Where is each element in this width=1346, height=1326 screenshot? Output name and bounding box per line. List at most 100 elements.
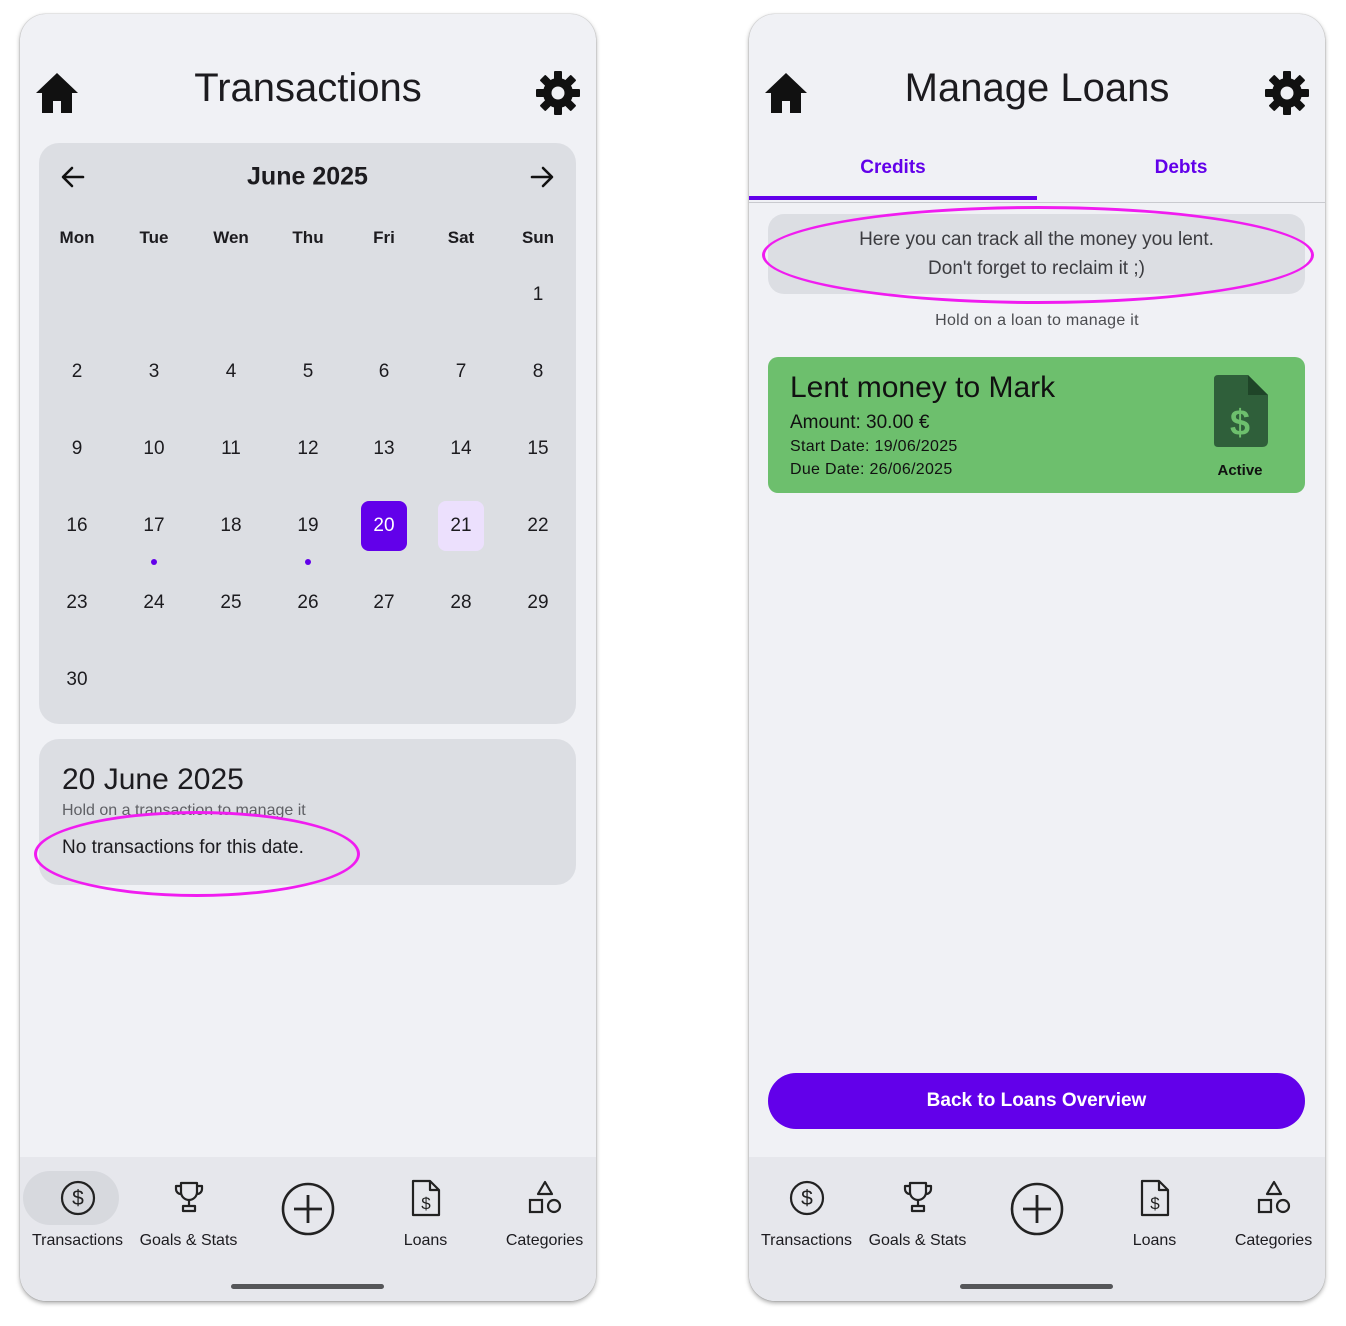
calendar-day[interactable]: 14 <box>438 424 484 474</box>
calendar-day[interactable]: 11 <box>208 424 254 474</box>
calendar-day[interactable]: 8 <box>515 347 561 397</box>
nav-label: Goals & Stats <box>139 1232 238 1249</box>
file-dollar-icon: $ <box>1214 375 1268 447</box>
transactions-screen: Transactions June 2025 Mon Tue Wen Thu Fri Sa… <box>20 14 596 1301</box>
nav-add[interactable] <box>979 1157 1094 1267</box>
calendar-day[interactable]: 30 <box>54 655 100 705</box>
trophy-icon <box>174 1181 203 1213</box>
annotation-ellipse <box>34 811 360 897</box>
svg-text:$: $ <box>421 1194 431 1213</box>
svg-text:$: $ <box>72 1187 84 1210</box>
calendar-day[interactable]: 6 <box>361 347 407 397</box>
nav-label: Categories <box>1234 1232 1313 1249</box>
annotation-ellipse <box>762 206 1314 304</box>
nav-label: Loans <box>403 1232 448 1249</box>
calendar-day[interactable]: 18 <box>208 501 254 551</box>
calendar-day[interactable]: 2 <box>54 347 100 397</box>
manage-hint: Hold on a loan to manage it <box>935 312 1139 329</box>
loan-start-date: Start Date: 19/06/2025 <box>790 438 958 455</box>
calendar-day[interactable]: 28 <box>438 578 484 628</box>
manage-loans-screen: Manage Loans Credits Debts Here you can … <box>749 14 1325 1301</box>
weekday-label: Thu <box>292 228 324 247</box>
gesture-handle <box>960 1284 1113 1289</box>
page-title: Transactions <box>194 66 422 110</box>
bottom-nav: $ Transactions Goals & Stats $ Loans Cat… <box>20 1157 596 1301</box>
svg-text:$: $ <box>801 1187 813 1210</box>
calendar-day[interactable]: 1 <box>515 270 561 320</box>
nav-goals-stats[interactable]: Goals & Stats <box>860 1157 975 1267</box>
weekday-label: Wen <box>213 228 249 247</box>
nav-categories[interactable]: Categories <box>1216 1157 1325 1267</box>
calendar-day[interactable]: 17 <box>131 501 177 551</box>
nav-loans[interactable]: $ Loans <box>368 1157 483 1267</box>
loan-due-date: Due Date: 26/06/2025 <box>790 461 953 478</box>
nav-transactions[interactable]: $ Transactions <box>20 1157 135 1267</box>
calendar-header: June 2025 <box>39 143 576 207</box>
selected-date-title: 20 June 2025 <box>62 763 244 796</box>
gear-icon[interactable] <box>534 69 582 117</box>
page-title: Manage Loans <box>904 66 1170 110</box>
calendar-day[interactable]: 20 <box>361 501 407 551</box>
gear-icon[interactable] <box>1263 69 1311 117</box>
nav-categories[interactable]: Categories <box>487 1157 596 1267</box>
app-bar: Transactions <box>20 38 596 136</box>
calendar-day[interactable]: 7 <box>438 347 484 397</box>
calendar-day[interactable]: 29 <box>515 578 561 628</box>
file-dollar-icon: $ <box>1140 1179 1169 1217</box>
calendar-day[interactable]: 25 <box>208 578 254 628</box>
calendar-day[interactable]: 23 <box>54 578 100 628</box>
shapes-icon <box>1257 1180 1290 1214</box>
calendar-day[interactable]: 21 <box>438 501 484 551</box>
status-bar <box>749 14 1325 38</box>
weekday-label: Tue <box>139 228 169 247</box>
status-bar <box>20 14 596 38</box>
dollar-circle-icon: $ <box>60 1180 95 1216</box>
bottom-nav: $ Transactions Goals & Stats $ Loans Cat… <box>749 1157 1325 1301</box>
nav-label: Categories <box>505 1232 584 1249</box>
svg-text:$: $ <box>1150 1194 1160 1213</box>
dollar-circle-icon: $ <box>789 1180 824 1216</box>
nav-add[interactable] <box>250 1157 365 1267</box>
calendar-day[interactable]: 5 <box>285 347 331 397</box>
shapes-icon <box>528 1180 561 1214</box>
calendar-day[interactable]: 16 <box>54 501 100 551</box>
back-to-loans-overview-button[interactable]: Back to Loans Overview <box>768 1073 1305 1129</box>
calendar-day[interactable]: 9 <box>54 424 100 474</box>
calendar-day[interactable]: 22 <box>515 501 561 551</box>
calendar-day[interactable]: 27 <box>361 578 407 628</box>
svg-text:$: $ <box>1230 402 1250 443</box>
calendar-day[interactable]: 26 <box>285 578 331 628</box>
add-circle-icon <box>1010 1182 1063 1236</box>
calendar-day[interactable]: 3 <box>131 347 177 397</box>
calendar: June 2025 Mon Tue Wen Thu Fri Sat Sun 12345678… <box>39 143 576 724</box>
nav-label: Transactions <box>32 1232 123 1249</box>
weekday-label: Mon <box>59 228 95 247</box>
calendar-month-label: June 2025 <box>247 162 368 191</box>
app-bar: Manage Loans <box>749 38 1325 136</box>
gesture-handle <box>231 1284 384 1289</box>
transaction-dot <box>151 559 157 565</box>
calendar-day[interactable]: 12 <box>285 424 331 474</box>
nav-loans[interactable]: $ Loans <box>1097 1157 1212 1267</box>
tab-debts[interactable]: Debts <box>1037 136 1325 200</box>
calendar-day[interactable]: 10 <box>131 424 177 474</box>
arrow-right-icon[interactable] <box>528 163 556 191</box>
loan-title: Lent money to Mark <box>790 371 1056 404</box>
active-tab-indicator <box>749 196 1037 200</box>
loan-tabs: Credits Debts <box>749 136 1325 203</box>
tab-credits[interactable]: Credits <box>749 136 1037 200</box>
calendar-day[interactable]: 13 <box>361 424 407 474</box>
calendar-day[interactable]: 4 <box>208 347 254 397</box>
weekday-label: Sat <box>447 228 475 247</box>
nav-transactions[interactable]: $ Transactions <box>749 1157 864 1267</box>
calendar-day[interactable]: 19 <box>285 501 331 551</box>
nav-label: Goals & Stats <box>868 1232 967 1249</box>
weekday-label: Fri <box>373 228 395 247</box>
weekday-label: Sun <box>521 228 555 247</box>
transaction-dot <box>305 559 311 565</box>
loan-card[interactable]: Lent money to Mark Amount: 30.00 € Start… <box>768 357 1305 493</box>
nav-goals-stats[interactable]: Goals & Stats <box>131 1157 246 1267</box>
add-circle-icon <box>281 1182 334 1236</box>
calendar-day[interactable]: 15 <box>515 424 561 474</box>
calendar-day[interactable]: 24 <box>131 578 177 628</box>
